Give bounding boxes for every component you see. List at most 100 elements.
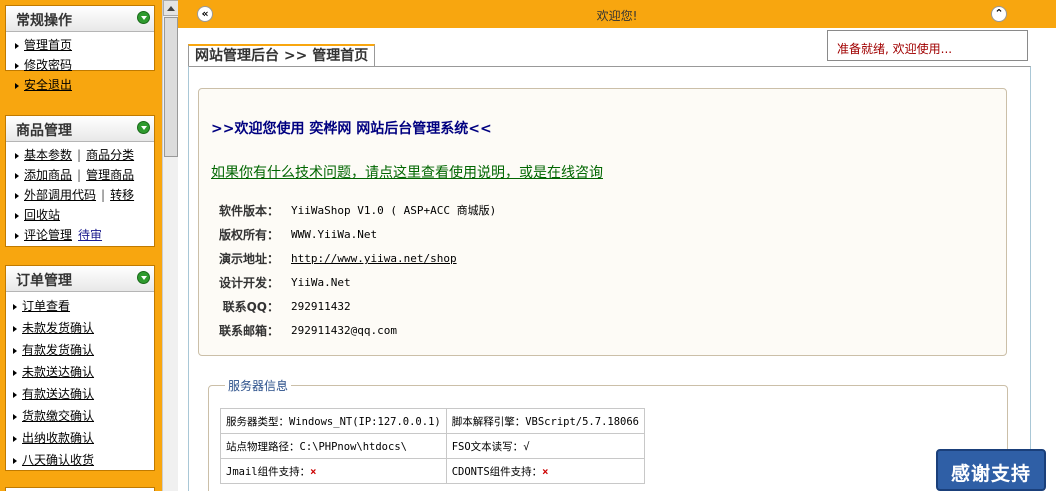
table-row: Jmail组件支持： × CDONTS组件支持：× [220,458,646,484]
cell-label: 脚本解释引擎： [451,415,526,428]
triangle-bullet-icon [15,232,19,239]
menu-link-recycle-bin[interactable]: 回收站 [24,208,60,222]
welcome-heading: >>欢迎您使用 奕桦网 网站后台管理系统<< [211,121,492,137]
table-cell: 服务器类型：Windows_NT(IP:127.0.0.1) [220,408,447,434]
status-text: 准备就绪, 欢迎使用... [837,42,953,56]
table-row: 站点物理路径：C:\PHPnow\htdocs\ FSO文本读写：√ [220,433,646,459]
triangle-bullet-icon [15,212,19,219]
table-row: 服务器类型：Windows_NT(IP:127.0.0.1) 脚本解释引擎：VB… [220,408,646,434]
cell-label: FSO文本读写： [451,440,524,453]
list-item: 评论管理 待审 [15,225,154,245]
panel-title: 常规操作 [16,13,72,29]
cell-value: C:\PHPnow\htdocs\ [299,440,407,453]
panel-orders: 订单管理 订单查看 未款发货确认 有款发货确认 未款送达确认 有款送达确认 货款… [5,265,155,471]
panel-menu: 管理首页 修改密码 安全退出 [6,32,154,97]
list-item: 安全退出 [15,75,154,95]
info-label: 演示地址： [218,252,279,266]
panel-header[interactable]: 订单管理 [6,266,154,292]
triangle-bullet-icon [13,413,17,420]
list-item: 货款缴交确认 [13,405,154,427]
collapse-arrow-icon[interactable] [137,121,150,134]
menu-link-categories[interactable]: 商品分类 [86,148,134,162]
menu-link-order-status[interactable]: 有款发货确认 [22,343,94,357]
info-label: 设计开发： [218,276,279,290]
triangle-bullet-icon [15,172,19,179]
main-area: « 欢迎您! ⌃ 网站管理后台 >> 管理首页 准备就绪, 欢迎使用... >>… [178,0,1056,491]
list-item: 未款送达确认 [13,361,154,383]
info-label: 联系邮箱： [218,324,279,338]
collapse-arrow-icon[interactable] [137,11,150,24]
menu-link-view-orders[interactable]: 订单查看 [22,299,70,313]
triangle-bullet-icon [13,435,17,442]
list-item: 有款发货确认 [13,339,154,361]
triangle-bullet-icon [13,303,17,310]
table-cell: CDONTS组件支持：× [445,458,646,484]
demo-url-link[interactable]: http://www.yiiwa.net/shop [291,249,457,269]
separator: | [101,188,106,202]
content-area: 网站管理后台 >> 管理首页 准备就绪, 欢迎使用... >>欢迎您使用 奕桦网… [178,28,1056,491]
panel-header[interactable]: 常规操作 [6,6,154,32]
triangle-bullet-icon [13,347,17,354]
server-info-legend: 服务器信息 [225,377,292,394]
menu-link-order-status[interactable]: 有款送达确认 [22,387,94,401]
double-chevron-up-icon[interactable]: ⌃ [991,6,1007,22]
triangle-bullet-icon [15,42,19,49]
list-item: 订单查看 [13,295,154,317]
list-item: 添加商品 | 管理商品 [15,165,154,185]
tab-admin-home[interactable]: 网站管理后台 >> 管理首页 [188,44,376,66]
triangle-bullet-icon [15,192,19,199]
panel-products: 商品管理 基本参数 | 商品分类 添加商品 | 管理商品 外部调用代码 | 转移 回收站 评… [5,115,155,247]
top-bar: « 欢迎您! ⌃ [178,0,1056,28]
menu-link-manage-products[interactable]: 管理商品 [86,168,134,182]
menu-link-admin-home[interactable]: 管理首页 [24,38,72,52]
list-item: 有款送达确认 [13,383,154,405]
menu-link-external-code[interactable]: 外部调用代码 [24,188,96,202]
list-item: 未款发货确认 [13,317,154,339]
triangle-bullet-icon [13,369,17,376]
menu-link-basic-params[interactable]: 基本参数 [24,148,72,162]
server-info-table: 服务器类型：Windows_NT(IP:127.0.0.1) 脚本解释引擎：VB… [220,408,646,484]
panel-next [5,487,155,491]
support-badge[interactable]: 感谢支持 [936,449,1046,491]
menu-link-change-password[interactable]: 修改密码 [24,58,72,72]
info-label: 版权所有： [218,228,279,242]
triangle-bullet-icon [15,62,19,69]
list-item: 修改密码 [15,55,154,75]
triangle-bullet-icon [13,391,17,398]
info-label: 软件版本： [218,204,279,218]
panel-general: 常规操作 管理首页 修改密码 安全退出 [5,5,155,92]
scroll-thumb[interactable] [164,17,178,157]
welcome-message: 欢迎您! [596,9,638,23]
menu-link-pending[interactable]: 待审 [78,228,102,242]
menu-link-order-status[interactable]: 出纳收款确认 [22,431,94,445]
cell-label: 站点物理路径： [226,440,300,453]
menu-link-order-status[interactable]: 未款发货确认 [22,321,94,335]
help-link[interactable]: 如果你有什么技术问题，请点这里查看使用说明，或是在线咨询 [211,162,603,182]
table-cell: 脚本解释引擎：VBScript/5.7.18066 [445,408,646,434]
menu-link-logout[interactable]: 安全退出 [24,78,72,92]
menu-link-comments[interactable]: 评论管理 [24,228,72,242]
info-value: 292911432 [291,300,351,313]
triangle-bullet-icon [13,325,17,332]
menu-link-order-status[interactable]: 未款送达确认 [22,365,94,379]
menu-link-order-status[interactable]: 货款缴交确认 [22,409,94,423]
table-cell: FSO文本读写：√ [445,433,646,459]
menu-link-transfer[interactable]: 转移 [110,188,134,202]
panel-header[interactable]: 商品管理 [6,116,154,142]
list-item: 管理首页 [15,35,154,55]
cell-label: Jmail组件支持： [226,465,311,478]
panel-menu: 订单查看 未款发货确认 有款发货确认 未款送达确认 有款送达确认 货款缴交确认 … [6,292,154,473]
status-box: 准备就绪, 欢迎使用... [827,30,1028,61]
list-item: 回收站 [15,205,154,225]
menu-link-order-status[interactable]: 八天确认收货 [22,453,94,467]
cell-value: Windows_NT(IP:127.0.0.1) [289,415,441,428]
triangle-bullet-icon [15,152,19,159]
scroll-up-arrow-icon[interactable] [163,0,179,16]
sidebar-scrollbar[interactable] [162,0,179,491]
collapse-arrow-icon[interactable] [137,271,150,284]
cross-icon: × [542,465,549,478]
menu-link-add-product[interactable]: 添加商品 [24,168,72,182]
cell-label: 服务器类型： [226,415,289,428]
separator: | [77,148,82,162]
cell-value: VBScript/5.7.18066 [525,415,640,428]
